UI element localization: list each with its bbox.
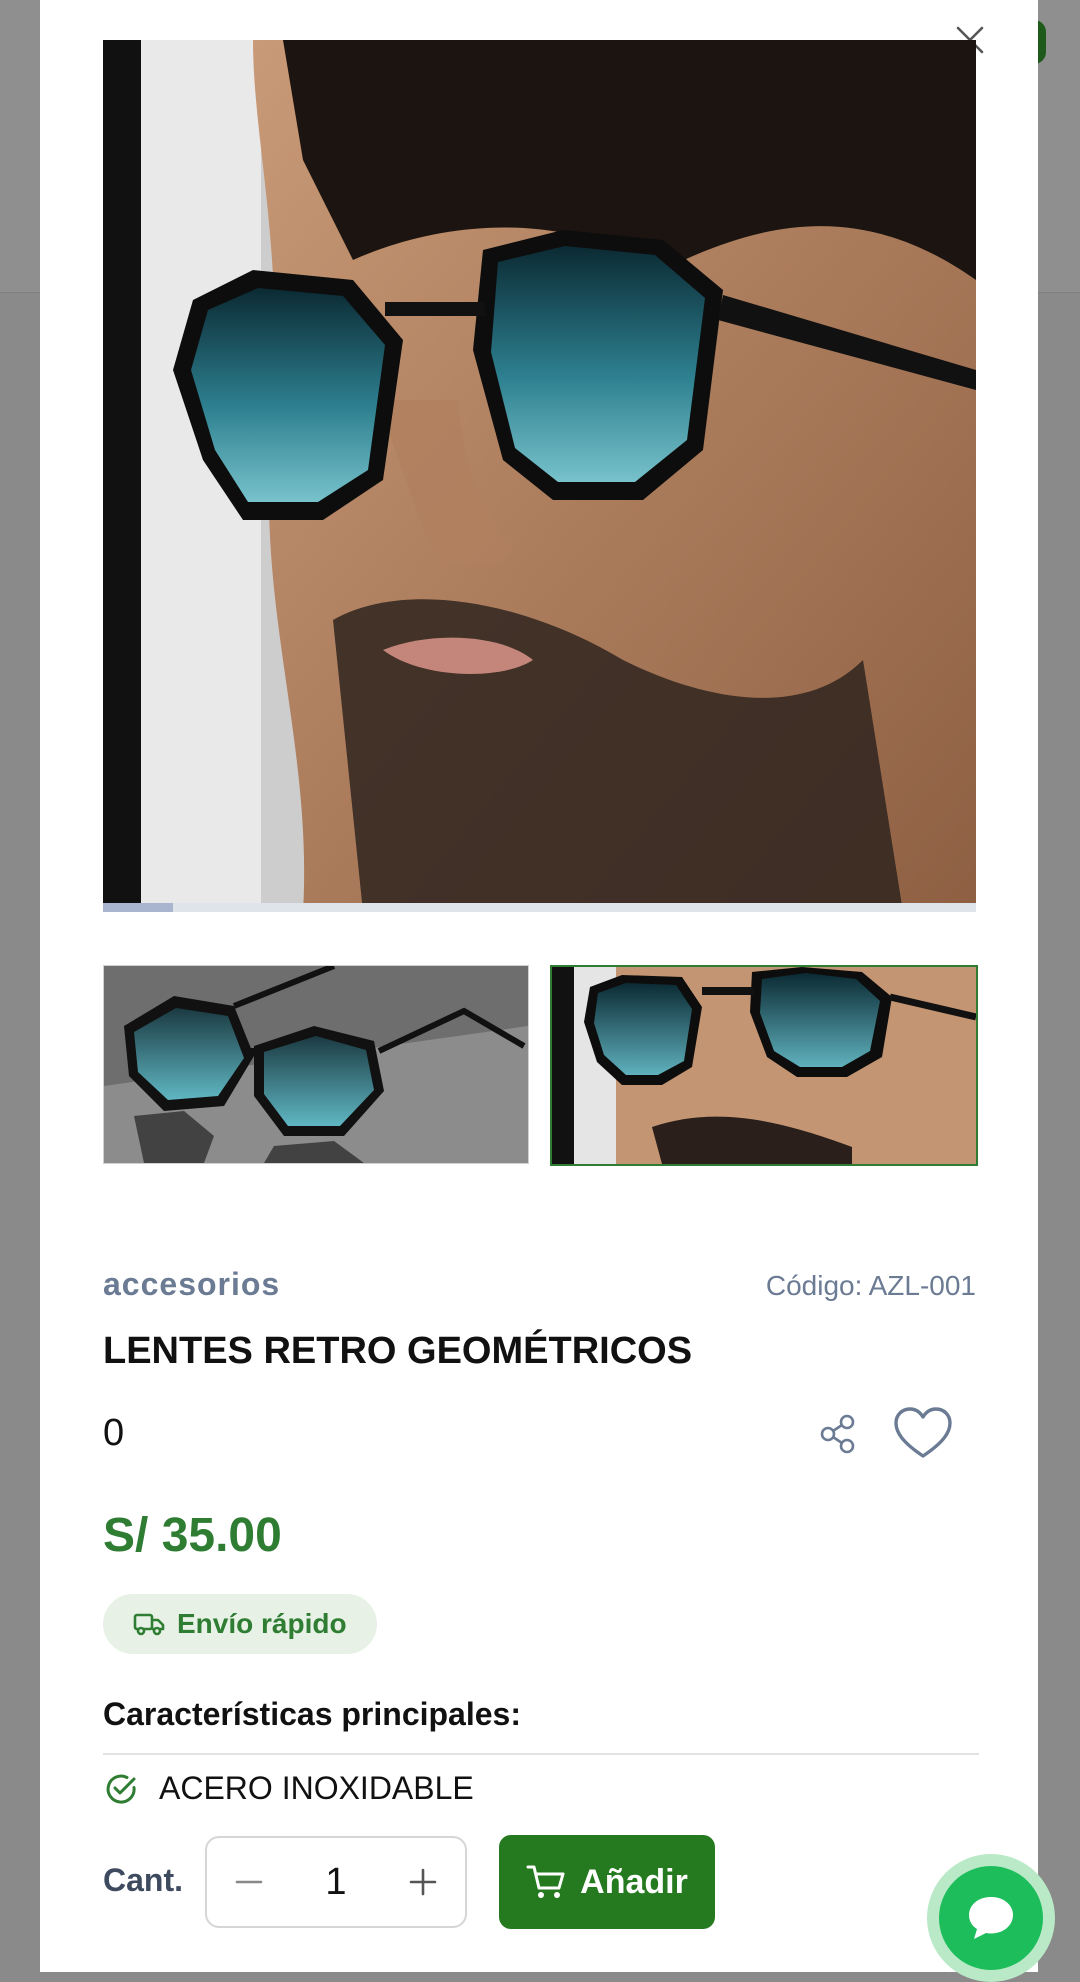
favorite-button[interactable]: [892, 1404, 954, 1464]
features-title: Características principales:: [103, 1696, 521, 1732]
model-wearing-sunglasses-image: [103, 40, 976, 912]
product-code: Código: AZL-001: [765, 1270, 976, 1301]
share-button[interactable]: [814, 1410, 862, 1458]
product-title: LENTES RETRO GEOMÉTRICOS: [103, 1330, 693, 1372]
share-icon: [820, 1414, 855, 1454]
thumbnail-model-wearing[interactable]: [550, 965, 978, 1166]
quantity-label: Cant.: [103, 1862, 183, 1898]
product-category[interactable]: accesorios: [103, 1266, 280, 1303]
quantity-stepper: [205, 1836, 467, 1928]
quantity-input[interactable]: [304, 1859, 368, 1905]
truck-icon: [133, 1613, 165, 1636]
main-product-image[interactable]: [103, 40, 976, 912]
cart-icon: [526, 1865, 565, 1898]
chat-button-inner: [939, 1866, 1043, 1970]
shipping-badge: Envío rápido: [103, 1594, 377, 1654]
image-progress-fill: [103, 903, 173, 912]
minus-icon: [235, 1880, 263, 1884]
chat-bubble-icon: [969, 1897, 1013, 1939]
product-quick-view-modal: accesorios Código: AZL-001 LENTES RETRO …: [40, 0, 1038, 1972]
image-progress-bar: [103, 903, 976, 912]
add-to-cart-button[interactable]: Añadir: [499, 1835, 715, 1929]
product-price: S/ 35.00: [103, 1509, 282, 1562]
check-circle-icon: [106, 1774, 136, 1804]
shipping-badge-label: Envío rápido: [177, 1608, 347, 1639]
decrement-button[interactable]: [229, 1862, 269, 1902]
thumbnail-sunglasses-product[interactable]: [103, 965, 529, 1164]
features-divider: [103, 1753, 979, 1755]
chat-button[interactable]: [927, 1854, 1055, 1982]
add-to-cart-label: Añadir: [580, 1862, 688, 1901]
sunglasses-product-image: [104, 966, 528, 1163]
rating-count: 0: [103, 1412, 125, 1454]
model-wearing-thumbnail-image: [552, 967, 976, 1164]
feature-item: ACERO INOXIDABLE: [103, 1770, 474, 1807]
heart-icon: [894, 1407, 952, 1458]
increment-button[interactable]: [403, 1862, 443, 1902]
feature-text: ACERO INOXIDABLE: [159, 1770, 474, 1806]
plus-icon: [409, 1868, 437, 1896]
